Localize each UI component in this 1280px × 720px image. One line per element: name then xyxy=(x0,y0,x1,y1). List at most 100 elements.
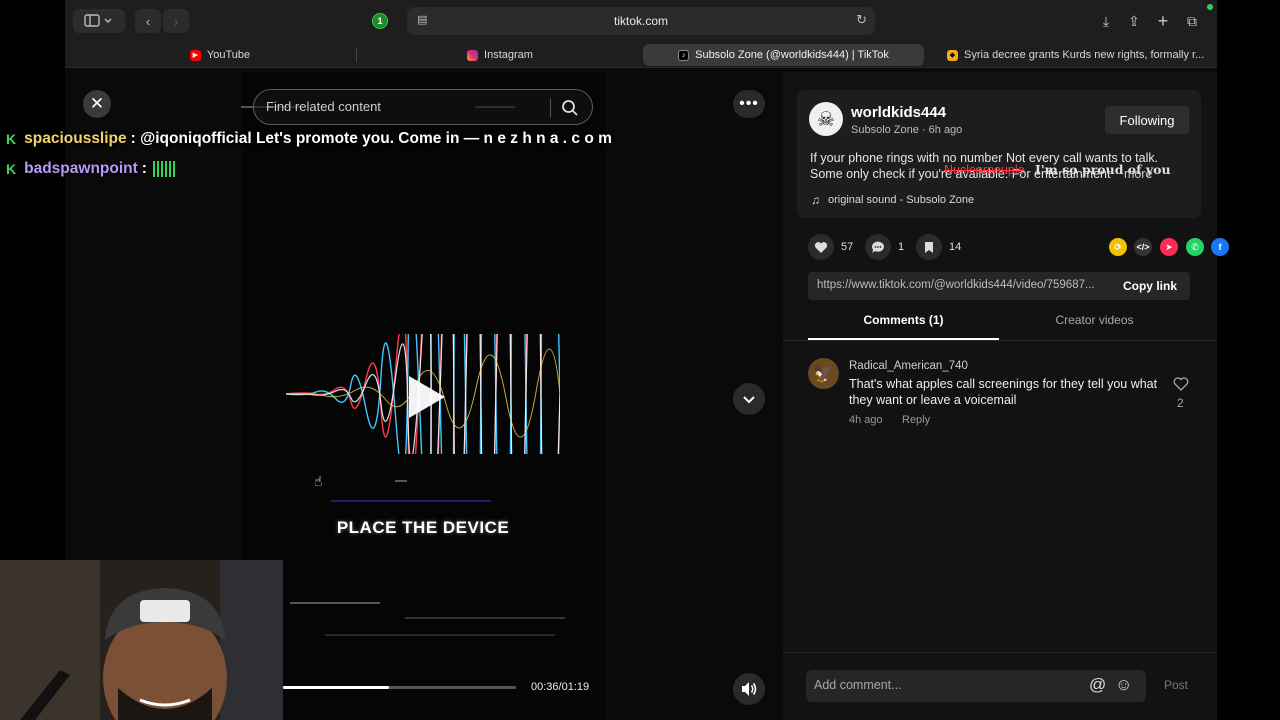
comment-item: 🦅 Radical_American_740 That's what apple… xyxy=(808,358,1198,438)
search-box[interactable] xyxy=(253,89,593,125)
comment-time: 4h ago xyxy=(849,414,883,426)
volume-button[interactable] xyxy=(733,673,765,705)
copy-link-button[interactable]: Copy link xyxy=(1110,272,1190,300)
like-action[interactable]: 57 xyxy=(808,234,853,260)
overlay-red-text: Nuclearpeuple xyxy=(944,163,1025,177)
chat-message: : xyxy=(141,160,147,177)
tabs-divider xyxy=(783,340,1217,341)
commenter-username[interactable]: Radical_American_740 xyxy=(849,360,968,372)
tab-comments[interactable]: Comments (1) xyxy=(808,313,999,340)
tab-youtube[interactable]: ▶ YouTube xyxy=(85,44,355,66)
reload-icon[interactable]: ↻ xyxy=(856,12,867,28)
extension-button[interactable]: 1 xyxy=(367,9,393,33)
comment-text: That's what apples call screenings for t… xyxy=(849,377,1158,407)
comment-count: 1 xyxy=(898,241,905,253)
search-divider xyxy=(550,98,551,118)
new-tab-icon[interactable]: + xyxy=(1152,10,1174,32)
embed-icon[interactable]: </> xyxy=(1134,238,1152,256)
sound-link[interactable]: ♫ original sound - Subsolo Zone xyxy=(811,193,974,207)
tab-divider xyxy=(356,48,357,62)
speaker-icon xyxy=(742,682,757,696)
chevron-down-icon xyxy=(743,396,755,404)
facebook-icon[interactable]: f xyxy=(1211,238,1229,256)
mouse-cursor-icon: ☝ xyxy=(314,473,323,489)
address-bar[interactable]: ▤ tiktok.com ↻ xyxy=(407,7,875,35)
tab-instagram[interactable]: Instagram xyxy=(365,44,635,66)
glitch-line xyxy=(405,617,565,619)
heart-icon[interactable] xyxy=(808,234,834,260)
glitch-line xyxy=(331,500,491,502)
kick-badge-icon: K xyxy=(6,131,17,147)
next-video-button[interactable] xyxy=(733,383,765,415)
comment-reply-button[interactable]: Reply xyxy=(902,414,930,426)
extension-badge: 1 xyxy=(372,13,388,29)
chat-message: : @iqoniqofficial Let's promote you. Com… xyxy=(130,130,612,147)
more-options-button[interactable]: ••• xyxy=(733,90,765,118)
stream-chat-line: K badspawnpoint : xyxy=(6,160,175,178)
description-card: ☠ worldkids444 Subsolo Zone · 6h ago Fol… xyxy=(797,90,1201,218)
add-comment-box[interactable]: @ ☺ xyxy=(806,670,1146,702)
back-button[interactable]: ‹ xyxy=(135,9,161,33)
comment-like-count: 2 xyxy=(1177,396,1184,410)
news-icon: ◆ xyxy=(947,49,958,61)
play-icon[interactable] xyxy=(403,372,449,422)
chevron-left-icon: ‹ xyxy=(145,13,151,29)
close-icon: ✕ xyxy=(89,94,105,113)
video-info-panel: ☠ worldkids444 Subsolo Zone · 6h ago Fol… xyxy=(783,72,1229,720)
stream-text-overlay: Nuclearpeuple I'm so proud of you xyxy=(944,162,1171,177)
video-time: 00:36/01:19 xyxy=(531,681,590,693)
emoji-icon[interactable]: ☺ xyxy=(1115,675,1132,695)
tab-label: YouTube xyxy=(206,49,251,61)
commenter-avatar[interactable]: 🦅 xyxy=(808,358,839,389)
webcam-person-image xyxy=(0,560,283,720)
video-link-text[interactable]: https://www.tiktok.com/@worldkids444/vid… xyxy=(817,279,1113,291)
page-settings-icon: ▤ xyxy=(417,14,428,26)
composer-divider xyxy=(783,652,1217,653)
tab-creator-videos[interactable]: Creator videos xyxy=(999,313,1190,340)
tab-label: Subsolo Zone (@worldkids444) | TikTok xyxy=(695,49,889,61)
recording-indicator xyxy=(1207,4,1213,10)
comment-action[interactable]: 1 xyxy=(865,234,904,260)
author-avatar[interactable]: ☠ xyxy=(809,102,843,136)
chat-emote-icon xyxy=(152,161,175,177)
ellipsis-icon: ••• xyxy=(739,95,759,112)
close-button[interactable]: ✕ xyxy=(83,90,111,118)
chat-username: badspawnpoint xyxy=(24,160,138,177)
author-name[interactable]: worldkids444 xyxy=(851,104,946,121)
instagram-icon xyxy=(467,49,479,61)
glitch-line xyxy=(290,602,380,604)
tab-news[interactable]: ◆ Syria decree grants Kurds new rights, … xyxy=(941,44,1211,66)
forward-button[interactable]: › xyxy=(163,9,189,33)
following-button[interactable]: Following xyxy=(1105,106,1189,134)
send-to-friends-icon[interactable]: ➤ xyxy=(1160,238,1178,256)
repost-icon[interactable]: ⟳ xyxy=(1109,238,1127,256)
url-text: tiktok.com xyxy=(613,14,668,28)
heart-outline-icon[interactable] xyxy=(1173,376,1189,392)
search-icon[interactable] xyxy=(560,98,580,118)
sidebar-toggle-button[interactable] xyxy=(73,9,125,33)
save-action[interactable]: 14 xyxy=(916,234,961,260)
whatsapp-icon[interactable]: ✆ xyxy=(1186,238,1204,256)
mention-icon[interactable]: @ xyxy=(1089,675,1106,695)
tab-overview-icon[interactable]: ⧉ xyxy=(1181,10,1203,32)
tiktok-icon: ♪ xyxy=(678,49,690,61)
streamer-webcam xyxy=(0,560,283,720)
add-comment-input[interactable] xyxy=(814,678,1074,692)
tab-tiktok[interactable]: ♪ Subsolo Zone (@worldkids444) | TikTok xyxy=(643,44,924,66)
tab-label: Syria decree grants Kurds new rights, fo… xyxy=(964,49,1205,61)
bookmark-icon[interactable] xyxy=(916,234,942,260)
music-note-icon: ♫ xyxy=(811,193,820,207)
chevron-right-icon: › xyxy=(173,13,179,29)
comment-bubble-icon[interactable] xyxy=(865,234,891,260)
save-count: 14 xyxy=(949,241,962,253)
video-progress-bar[interactable] xyxy=(283,686,516,689)
tab-bar: ▶ YouTube Instagram ♪ Subsolo Zone (@wor… xyxy=(65,42,1217,68)
downloads-icon[interactable]: ⤓ xyxy=(1095,10,1117,32)
post-button[interactable]: Post xyxy=(1164,678,1188,692)
share-icon[interactable]: ⇪ xyxy=(1123,10,1145,32)
chat-username: spaciousslipe xyxy=(24,130,127,147)
video-link-box: https://www.tiktok.com/@worldkids444/vid… xyxy=(808,272,1190,300)
glitch-line xyxy=(325,634,555,636)
search-input[interactable] xyxy=(266,99,536,114)
youtube-icon: ▶ xyxy=(189,49,201,61)
